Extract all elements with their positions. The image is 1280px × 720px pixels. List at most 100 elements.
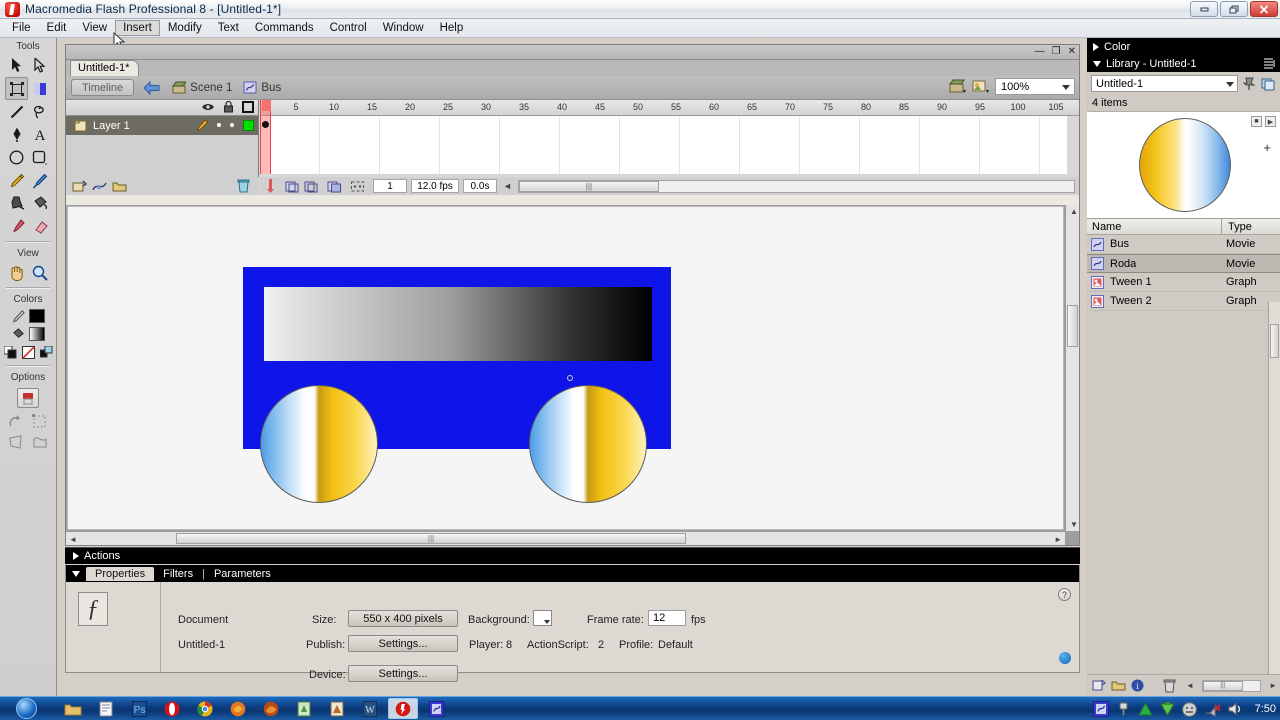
zoom-select[interactable]: 100%	[995, 78, 1075, 95]
onion-skin-outlines-icon[interactable]	[304, 180, 319, 193]
layer-visibility-dot[interactable]	[217, 123, 221, 127]
timeline-button[interactable]: Timeline	[71, 79, 135, 96]
device-settings-button[interactable]: Settings...	[348, 665, 458, 682]
center-frame-icon[interactable]	[265, 179, 276, 193]
no-color-icon[interactable]	[21, 346, 35, 359]
menu-help[interactable]: Help	[432, 20, 472, 36]
menu-commands[interactable]: Commands	[247, 20, 322, 36]
back-arrow-icon[interactable]	[143, 80, 160, 95]
rectangle-icon[interactable]	[28, 146, 51, 169]
library-row-bus[interactable]: Bus Movie	[1087, 235, 1280, 254]
layer-outline-color[interactable]	[243, 119, 254, 131]
menu-window[interactable]: Window	[375, 20, 432, 36]
stage-vscroll-thumb[interactable]	[1067, 305, 1078, 347]
color-panel-header[interactable]: Color	[1087, 38, 1280, 55]
expand-triangle-icon[interactable]	[1093, 42, 1099, 51]
timeline-scrollbar-thumb[interactable]: |||	[518, 180, 659, 192]
close-button[interactable]	[1250, 1, 1278, 17]
new-symbol-icon[interactable]	[1092, 679, 1106, 692]
free-transform-icon[interactable]	[5, 77, 28, 100]
pencil-icon[interactable]	[197, 119, 208, 131]
paint-bucket-icon[interactable]	[28, 192, 51, 215]
new-folder-icon[interactable]	[1111, 679, 1126, 692]
library-scroll-right-arrow[interactable]: ►	[1269, 681, 1277, 690]
frames-grid[interactable]	[260, 116, 1067, 174]
library-row-tween-2[interactable]: Tween 2 Graph	[1087, 292, 1280, 311]
menu-edit[interactable]: Edit	[39, 20, 75, 36]
play-icon[interactable]: ▶	[1265, 116, 1276, 127]
tab-properties[interactable]: Properties	[86, 566, 155, 581]
envelope-icon[interactable]	[32, 435, 48, 450]
menu-modify[interactable]: Modify	[160, 20, 210, 36]
taskbar-notepad-icon[interactable]	[91, 698, 121, 719]
timeline-scrollbar[interactable]: |||	[517, 179, 1075, 193]
taskbar-clock[interactable]: 7:50	[1255, 703, 1276, 715]
frame-rate-field[interactable]: 12.0 fps	[411, 179, 459, 193]
stage-canvas[interactable]	[67, 206, 1064, 530]
hand-icon[interactable]	[5, 261, 28, 284]
playhead[interactable]	[260, 100, 271, 174]
taskbar-opera-icon[interactable]	[157, 698, 187, 719]
brush-icon[interactable]	[28, 169, 51, 192]
properties-icon[interactable]: i	[1131, 679, 1144, 692]
edit-multiple-frames-icon[interactable]	[327, 180, 342, 193]
bus-body-shape[interactable]	[243, 267, 671, 503]
library-scroll-left-arrow[interactable]: ◄	[1186, 681, 1194, 690]
eyedropper-icon[interactable]	[5, 215, 28, 238]
library-horizontal-scrollbar[interactable]: |||	[1201, 679, 1262, 692]
elapsed-time-field[interactable]: 0.0s	[463, 179, 497, 193]
taskbar-photoshop-icon[interactable]: Ps	[124, 698, 154, 719]
pen-icon[interactable]	[5, 123, 28, 146]
volume-icon[interactable]	[1228, 702, 1243, 716]
delete-layer-icon[interactable]	[237, 179, 250, 193]
library-hscroll-thumb[interactable]: |||	[1202, 680, 1243, 691]
pin-icon[interactable]	[1242, 77, 1257, 91]
bus-window-gradient[interactable]	[264, 287, 652, 361]
taskbar-flash-doc-icon[interactable]	[421, 698, 451, 719]
delete-icon[interactable]	[1163, 679, 1176, 693]
updater-icon[interactable]	[1137, 702, 1153, 716]
menu-view[interactable]: View	[74, 20, 115, 36]
taskbar-chrome-icon[interactable]	[190, 698, 220, 719]
onion-skin-icon[interactable]	[285, 180, 300, 193]
rotate-icon[interactable]	[8, 414, 24, 429]
bus-wheel-front[interactable]	[260, 385, 378, 503]
lock-icon[interactable]	[223, 101, 234, 113]
expand-triangle-icon[interactable]	[73, 552, 79, 560]
doc-restore-button[interactable]: ❐	[1052, 46, 1061, 57]
stage-horizontal-scrollbar[interactable]: ||| ◄ ►	[66, 531, 1065, 545]
taskbar-firefox-icon[interactable]	[223, 698, 253, 719]
library-vscroll-thumb[interactable]	[1270, 324, 1279, 358]
ink-bottle-icon[interactable]	[5, 192, 28, 215]
tab-filters[interactable]: Filters	[154, 567, 202, 581]
breadcrumb-symbol-label[interactable]: Bus	[261, 82, 281, 94]
doc-close-button[interactable]: ✕	[1068, 46, 1076, 57]
taskbar-green-app-icon[interactable]	[289, 698, 319, 719]
stage-hscroll-thumb[interactable]: |||	[176, 533, 686, 544]
background-color-swatch[interactable]	[533, 610, 552, 626]
eye-icon[interactable]	[201, 102, 215, 112]
snap-to-objects-icon[interactable]	[17, 388, 39, 408]
insert-layer-icon[interactable]	[72, 180, 87, 193]
scroll-down-arrow[interactable]: ▼	[1070, 520, 1078, 529]
messenger-icon[interactable]	[1181, 701, 1197, 717]
scroll-up-arrow[interactable]: ▲	[1070, 207, 1078, 216]
swap-colors-icon[interactable]	[39, 346, 53, 359]
edit-symbols-icon[interactable]	[972, 79, 990, 94]
download-icon[interactable]	[1159, 702, 1175, 716]
library-vertical-scrollbar[interactable]	[1268, 302, 1280, 720]
timeline-scroll-left-arrow[interactable]: ◄	[503, 181, 512, 191]
stop-icon[interactable]: ■	[1251, 116, 1262, 127]
add-motion-guide-icon[interactable]	[92, 180, 107, 193]
collapse-triangle-icon[interactable]	[1093, 60, 1101, 67]
library-panel-header[interactable]: Library - Untitled-1	[1087, 55, 1280, 72]
scroll-right-arrow[interactable]: ►	[1054, 535, 1062, 544]
document-tab[interactable]: Untitled-1*	[70, 60, 140, 77]
flash-tray-icon[interactable]	[1092, 701, 1109, 717]
stroke-color-swatch[interactable]	[28, 309, 45, 323]
actions-panel-header[interactable]: Actions	[65, 547, 1080, 564]
doc-minimize-button[interactable]: —	[1035, 46, 1045, 57]
library-row-roda[interactable]: Roda Movie	[1087, 254, 1280, 273]
panel-menu-icon[interactable]	[1264, 58, 1276, 69]
layer-lock-dot[interactable]	[230, 123, 234, 127]
